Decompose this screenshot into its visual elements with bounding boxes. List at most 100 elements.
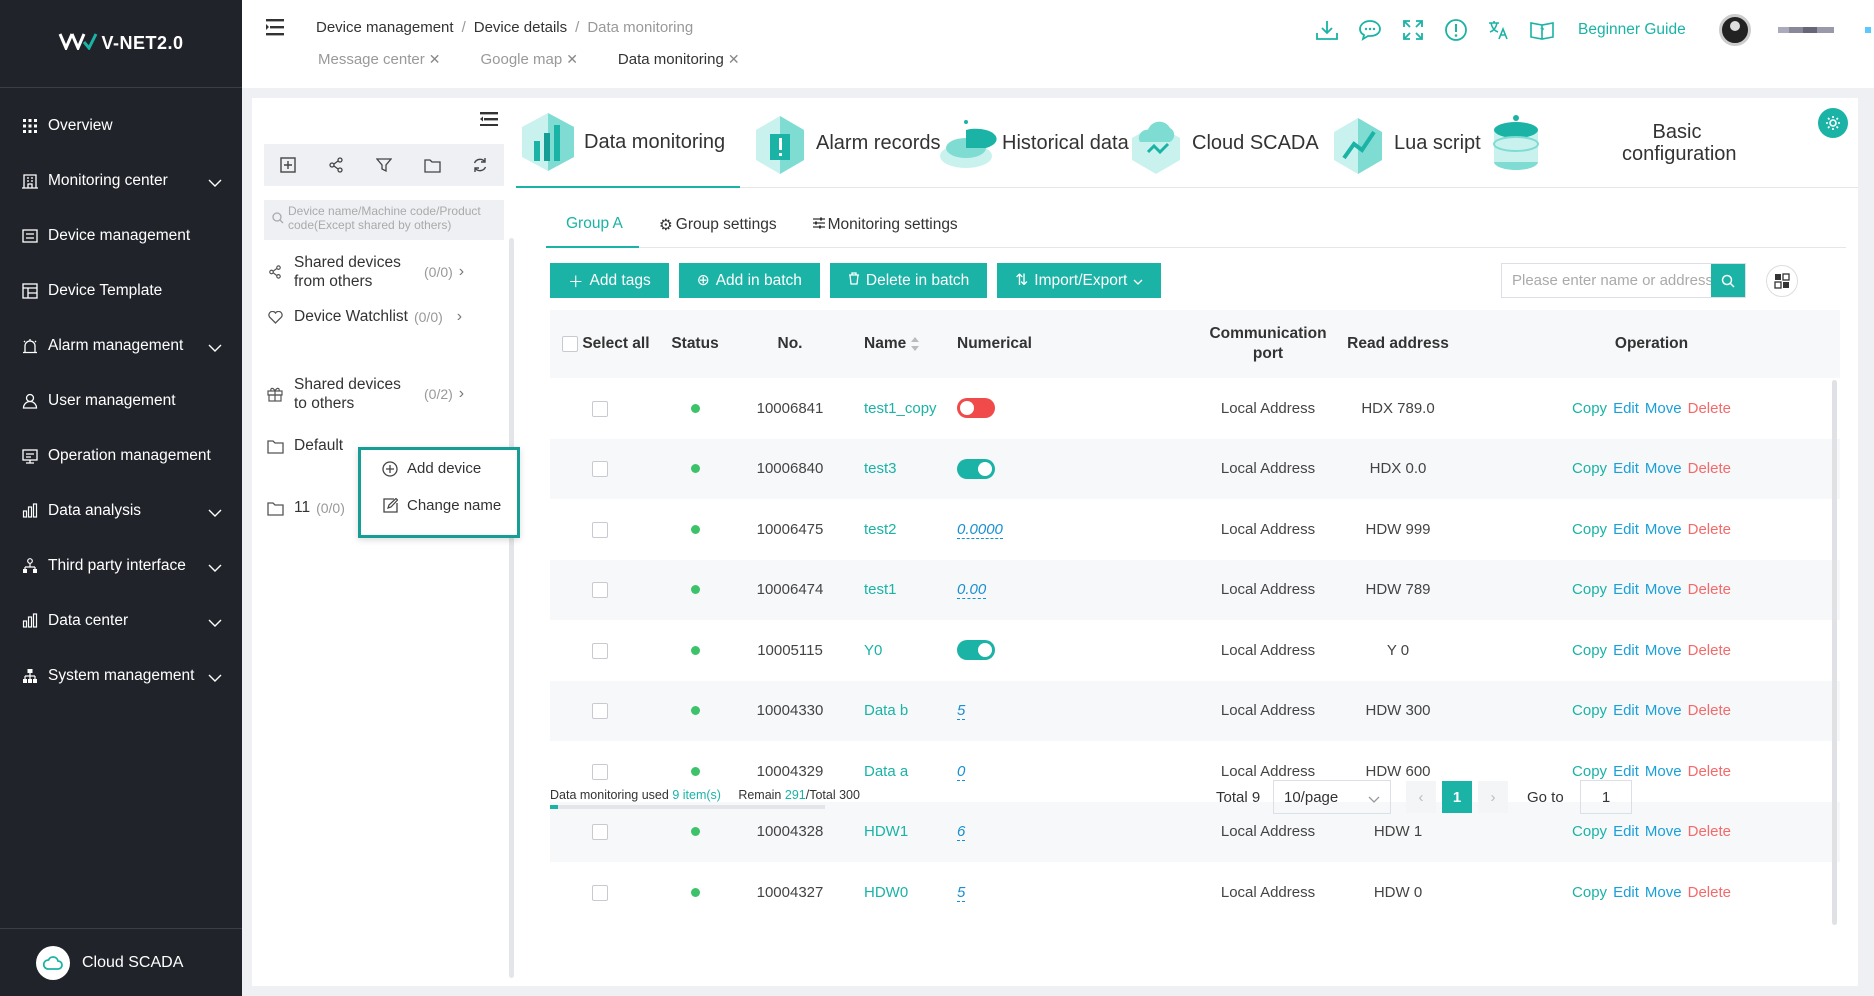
row-checkbox[interactable] [592, 400, 608, 417]
copy-link[interactable]: Copy [1572, 400, 1607, 417]
row-checkbox[interactable] [592, 521, 608, 538]
share-icon[interactable] [326, 155, 346, 175]
prev-page-button[interactable]: ‹ [1406, 781, 1436, 813]
import-export-button[interactable]: ⇅ Import/Export [997, 263, 1162, 298]
move-link[interactable]: Move [1645, 400, 1682, 417]
page-tab-message-center[interactable]: Message center ✕ [298, 51, 460, 68]
breadcrumb-device-management[interactable]: Device management [316, 19, 454, 36]
download-icon[interactable] [1312, 15, 1342, 45]
tag-name-link[interactable]: test3 [864, 460, 897, 477]
add-tags-button[interactable]: ＋ Add tags [550, 263, 669, 298]
tab-basic-configuration[interactable]: Basic configuration [1484, 98, 1858, 188]
edit-link[interactable]: Edit [1613, 521, 1639, 538]
tag-name-link[interactable]: test1_copy [864, 400, 937, 417]
sidebar-item-alarm-management[interactable]: Alarm management [0, 318, 242, 373]
copy-link[interactable]: Copy [1572, 763, 1607, 780]
edit-link[interactable]: Edit [1613, 642, 1639, 659]
grid-view-icon[interactable] [1766, 265, 1798, 297]
tag-name-link[interactable]: test2 [864, 521, 897, 538]
page-tab-data-monitoring[interactable]: Data monitoring ✕ [598, 51, 760, 68]
tag-name-link[interactable]: HDW0 [864, 884, 908, 901]
sidebar-item-data-analysis[interactable]: Data analysis [0, 483, 242, 538]
shared-from-others-row[interactable]: Shared devices from others (0/0) › [266, 254, 506, 290]
move-link[interactable]: Move [1645, 884, 1682, 901]
select-all-header[interactable]: Select all [550, 310, 660, 378]
delete-link[interactable]: Delete [1688, 823, 1731, 840]
sidebar-item-device-template[interactable]: Device Template [0, 263, 242, 318]
delete-link[interactable]: Delete [1688, 460, 1731, 477]
sidebar-item-system-management[interactable]: System management [0, 648, 242, 703]
delete-link[interactable]: Delete [1688, 581, 1731, 598]
message-icon[interactable] [1355, 15, 1385, 45]
edit-link[interactable]: Edit [1613, 884, 1639, 901]
delete-link[interactable]: Delete [1688, 521, 1731, 538]
name-header[interactable]: Name [850, 310, 957, 378]
sidebar-item-overview[interactable]: Overview [0, 98, 242, 153]
shared-to-others-row[interactable]: Shared devices to others (0/2) › [266, 374, 506, 414]
change-name-menu-item[interactable]: Change name [361, 487, 517, 524]
tab-data-monitoring[interactable]: Data monitoring [516, 98, 740, 188]
sort-icon[interactable] [910, 336, 920, 352]
menu-toggle-icon[interactable] [266, 18, 288, 36]
edit-link[interactable]: Edit [1613, 460, 1639, 477]
value-toggle-switch[interactable] [957, 398, 995, 419]
tag-name-link[interactable]: Data b [864, 702, 908, 719]
sidebar-item-device-management[interactable]: Device management [0, 208, 242, 263]
translate-icon[interactable] [1484, 15, 1514, 45]
edit-link[interactable]: Edit [1613, 823, 1639, 840]
tag-name-link[interactable]: test1 [864, 581, 897, 598]
row-checkbox[interactable] [592, 824, 608, 841]
close-icon[interactable]: ✕ [728, 51, 740, 68]
gear-icon[interactable] [1818, 108, 1848, 138]
copy-link[interactable]: Copy [1572, 884, 1607, 901]
row-checkbox[interactable] [592, 461, 608, 478]
filter-icon[interactable] [374, 155, 394, 175]
numerical-value-link[interactable]: 0.0000 [957, 520, 1003, 539]
page-size-select[interactable]: 10/page [1273, 780, 1391, 814]
edit-link[interactable]: Edit [1613, 702, 1639, 719]
page-number-current[interactable]: 1 [1442, 781, 1472, 813]
table-scrollbar[interactable] [1832, 380, 1837, 925]
row-checkbox[interactable] [592, 763, 608, 780]
copy-link[interactable]: Copy [1572, 460, 1607, 477]
sidebar-item-user-management[interactable]: User management [0, 373, 242, 428]
numerical-value-link[interactable]: 5 [957, 883, 966, 902]
copy-link[interactable]: Copy [1572, 642, 1607, 659]
delete-link[interactable]: Delete [1688, 642, 1731, 659]
copy-link[interactable]: Copy [1572, 581, 1607, 598]
delete-link[interactable]: Delete [1688, 763, 1731, 780]
panel-scrollbar[interactable] [509, 238, 514, 978]
delete-link[interactable]: Delete [1688, 702, 1731, 719]
add-in-batch-button[interactable]: ⊕ Add in batch [678, 263, 820, 298]
close-icon[interactable]: ✕ [429, 51, 441, 68]
value-toggle-switch[interactable] [957, 458, 995, 479]
value-toggle-switch[interactable] [957, 640, 995, 661]
move-link[interactable]: Move [1645, 460, 1682, 477]
copy-link[interactable]: Copy [1572, 702, 1607, 719]
alert-icon[interactable] [1441, 15, 1471, 45]
row-checkbox[interactable] [592, 642, 608, 659]
beginner-guide-link[interactable]: Beginner Guide [1578, 21, 1686, 39]
sidebar-item-operation-management[interactable]: Operation management [0, 428, 242, 483]
move-link[interactable]: Move [1645, 521, 1682, 538]
collapse-panel-icon[interactable] [480, 112, 498, 126]
folder-icon[interactable] [422, 155, 442, 175]
row-checkbox[interactable] [592, 703, 608, 720]
row-checkbox[interactable] [592, 582, 608, 599]
delete-link[interactable]: Delete [1688, 400, 1731, 417]
tag-name-link[interactable]: Data a [864, 763, 908, 780]
add-device-menu-item[interactable]: Add device [361, 450, 517, 487]
help-book-icon[interactable]: ? [1527, 15, 1557, 45]
edit-link[interactable]: Edit [1613, 400, 1639, 417]
copy-link[interactable]: Copy [1572, 521, 1607, 538]
avatar[interactable] [1718, 14, 1751, 46]
edit-link[interactable]: Edit [1613, 763, 1639, 780]
edit-link[interactable]: Edit [1613, 581, 1639, 598]
numerical-value-link[interactable]: 6 [957, 823, 966, 842]
numerical-value-link[interactable]: 0.00 [957, 581, 987, 600]
numerical-value-link[interactable]: 0 [957, 762, 966, 781]
goto-input[interactable]: 1 [1580, 780, 1632, 814]
breadcrumb-device-details[interactable]: Device details [474, 19, 567, 36]
tab-lua-script[interactable]: Lua script [1326, 98, 1481, 188]
row-checkbox[interactable] [592, 884, 608, 901]
